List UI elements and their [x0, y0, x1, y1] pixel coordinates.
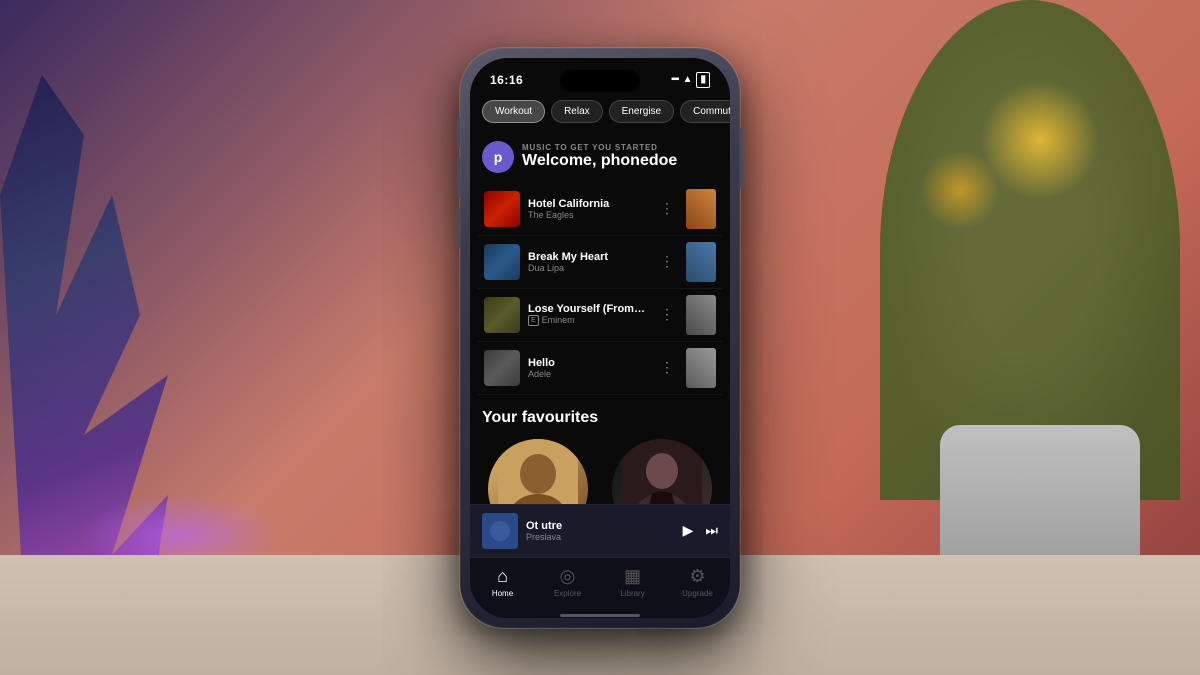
- pill-workout[interactable]: Workout: [482, 100, 545, 123]
- side-button-right: [740, 128, 743, 188]
- welcome-avatar: p: [482, 141, 514, 173]
- track-thumb: [686, 348, 716, 388]
- track-name: Hotel California: [528, 198, 648, 210]
- nav-item-home[interactable]: ⌂ Home: [470, 566, 535, 598]
- pill-commute[interactable]: Commute: [680, 100, 730, 123]
- favourite-avatar-preslava: [612, 439, 712, 504]
- status-time: 16:16: [490, 73, 523, 87]
- track-art-break: [484, 244, 520, 280]
- battery-icon: ▮: [696, 72, 710, 88]
- nav-label-library: Library: [620, 589, 644, 598]
- favourites-section: Your favourites Brittany Howard 104K sub…: [470, 395, 730, 504]
- bg-bokeh2: [920, 150, 1000, 230]
- pill-energise[interactable]: Energise: [609, 100, 674, 123]
- track-art-hello: [484, 350, 520, 386]
- favourites-grid: Brittany Howard 104K subscribers: [482, 439, 718, 504]
- upgrade-icon: ⚙: [689, 566, 705, 587]
- track-artist-row: Adele: [528, 369, 648, 379]
- track-thumb: [686, 189, 716, 229]
- side-button-left2: [457, 158, 460, 198]
- side-button-left1: [457, 118, 460, 148]
- track-artist-row: E Eminem: [528, 315, 648, 327]
- home-indicator-bar: [560, 614, 640, 617]
- track-menu-button[interactable]: ⋮: [656, 249, 678, 274]
- track-item[interactable]: Hello Adele ⋮: [478, 342, 722, 395]
- welcome-title: Welcome, phonedoe: [522, 152, 677, 170]
- track-artist-row: The Eagles: [528, 210, 648, 220]
- track-art-lose: [484, 297, 520, 333]
- track-name: Hello: [528, 357, 648, 369]
- favourites-title: Your favourites: [482, 409, 718, 427]
- dynamic-island: [560, 70, 640, 92]
- next-button[interactable]: ⏭: [705, 522, 718, 539]
- phone-wrapper: 16:16 ▪▪▪ ▲ ▮ Workout Relax Energise Com…: [460, 48, 740, 628]
- track-list: Hotel California The Eagles ⋮ Break My H…: [470, 183, 730, 395]
- phone-screen: 16:16 ▪▪▪ ▲ ▮ Workout Relax Energise Com…: [470, 58, 730, 618]
- track-menu-button[interactable]: ⋮: [656, 196, 678, 221]
- side-button-left3: [457, 208, 460, 248]
- track-menu-button[interactable]: ⋮: [656, 302, 678, 327]
- track-info: Hello Adele: [528, 357, 648, 379]
- track-thumb: [686, 242, 716, 282]
- nav-label-upgrade: Upgrade: [682, 589, 713, 598]
- track-artist: Eminem: [542, 315, 575, 325]
- mini-player-controls: ▶ ⏭: [683, 522, 718, 539]
- welcome-text: MUSIC TO GET YOU STARTED Welcome, phoned…: [522, 143, 677, 170]
- track-menu-button[interactable]: ⋮: [656, 355, 678, 380]
- track-artist-row: Dua Lipa: [528, 263, 648, 273]
- nav-item-upgrade[interactable]: ⚙ Upgrade: [665, 566, 730, 598]
- track-item[interactable]: Break My Heart Dua Lipa ⋮: [478, 236, 722, 289]
- signal-icon: ▪▪▪: [671, 74, 679, 85]
- bottom-nav: ⌂ Home ◎ Explore ▦ Library ⚙ Upgrade: [470, 557, 730, 614]
- nav-label-home: Home: [492, 589, 513, 598]
- track-item[interactable]: Lose Yourself (From "8 Mile" Soundtrack)…: [478, 289, 722, 342]
- welcome-section: p MUSIC TO GET YOU STARTED Welcome, phon…: [470, 133, 730, 183]
- pill-relax[interactable]: Relax: [551, 100, 603, 123]
- status-icons: ▪▪▪ ▲ ▮: [671, 72, 710, 88]
- track-thumb: [686, 295, 716, 335]
- home-icon: ⌂: [497, 566, 508, 587]
- screen-content: Workout Relax Energise Commute p MUSIC T…: [470, 94, 730, 504]
- mini-player-artist: Preslava: [526, 532, 675, 542]
- track-info: Break My Heart Dua Lipa: [528, 251, 648, 273]
- favourite-item-brittany[interactable]: Brittany Howard 104K subscribers: [482, 439, 594, 504]
- track-info: Lose Yourself (From "8 Mile" Soundtrack)…: [528, 303, 648, 327]
- track-name: Lose Yourself (From "8 Mile" Soundtrack): [528, 303, 648, 315]
- mini-player-info: Ot utre Preslava: [526, 520, 675, 542]
- explore-icon: ◎: [560, 566, 576, 587]
- track-artist: Adele: [528, 369, 551, 379]
- library-icon: ▦: [624, 566, 641, 587]
- track-info: Hotel California The Eagles: [528, 198, 648, 220]
- track-art-hotel: [484, 191, 520, 227]
- favourite-item-preslava[interactable]: Preslava 201K subscribers: [606, 439, 718, 504]
- track-artist: The Eagles: [528, 210, 574, 220]
- track-name: Break My Heart: [528, 251, 648, 263]
- track-artist: Dua Lipa: [528, 263, 564, 273]
- welcome-subtitle: MUSIC TO GET YOU STARTED: [522, 143, 677, 152]
- nav-item-library[interactable]: ▦ Library: [600, 566, 665, 598]
- category-pills: Workout Relax Energise Commute: [470, 94, 730, 133]
- wifi-icon: ▲: [683, 74, 693, 85]
- explicit-badge: E: [528, 315, 539, 327]
- home-indicator: [470, 614, 730, 618]
- play-button[interactable]: ▶: [683, 522, 694, 539]
- mini-player-track: Ot utre: [526, 520, 675, 532]
- mini-player[interactable]: Ot utre Preslava ▶ ⏭: [470, 504, 730, 557]
- nav-item-explore[interactable]: ◎ Explore: [535, 566, 600, 598]
- favourite-avatar-brittany: [488, 439, 588, 504]
- mini-player-art: [482, 513, 518, 549]
- track-item[interactable]: Hotel California The Eagles ⋮: [478, 183, 722, 236]
- nav-label-explore: Explore: [554, 589, 581, 598]
